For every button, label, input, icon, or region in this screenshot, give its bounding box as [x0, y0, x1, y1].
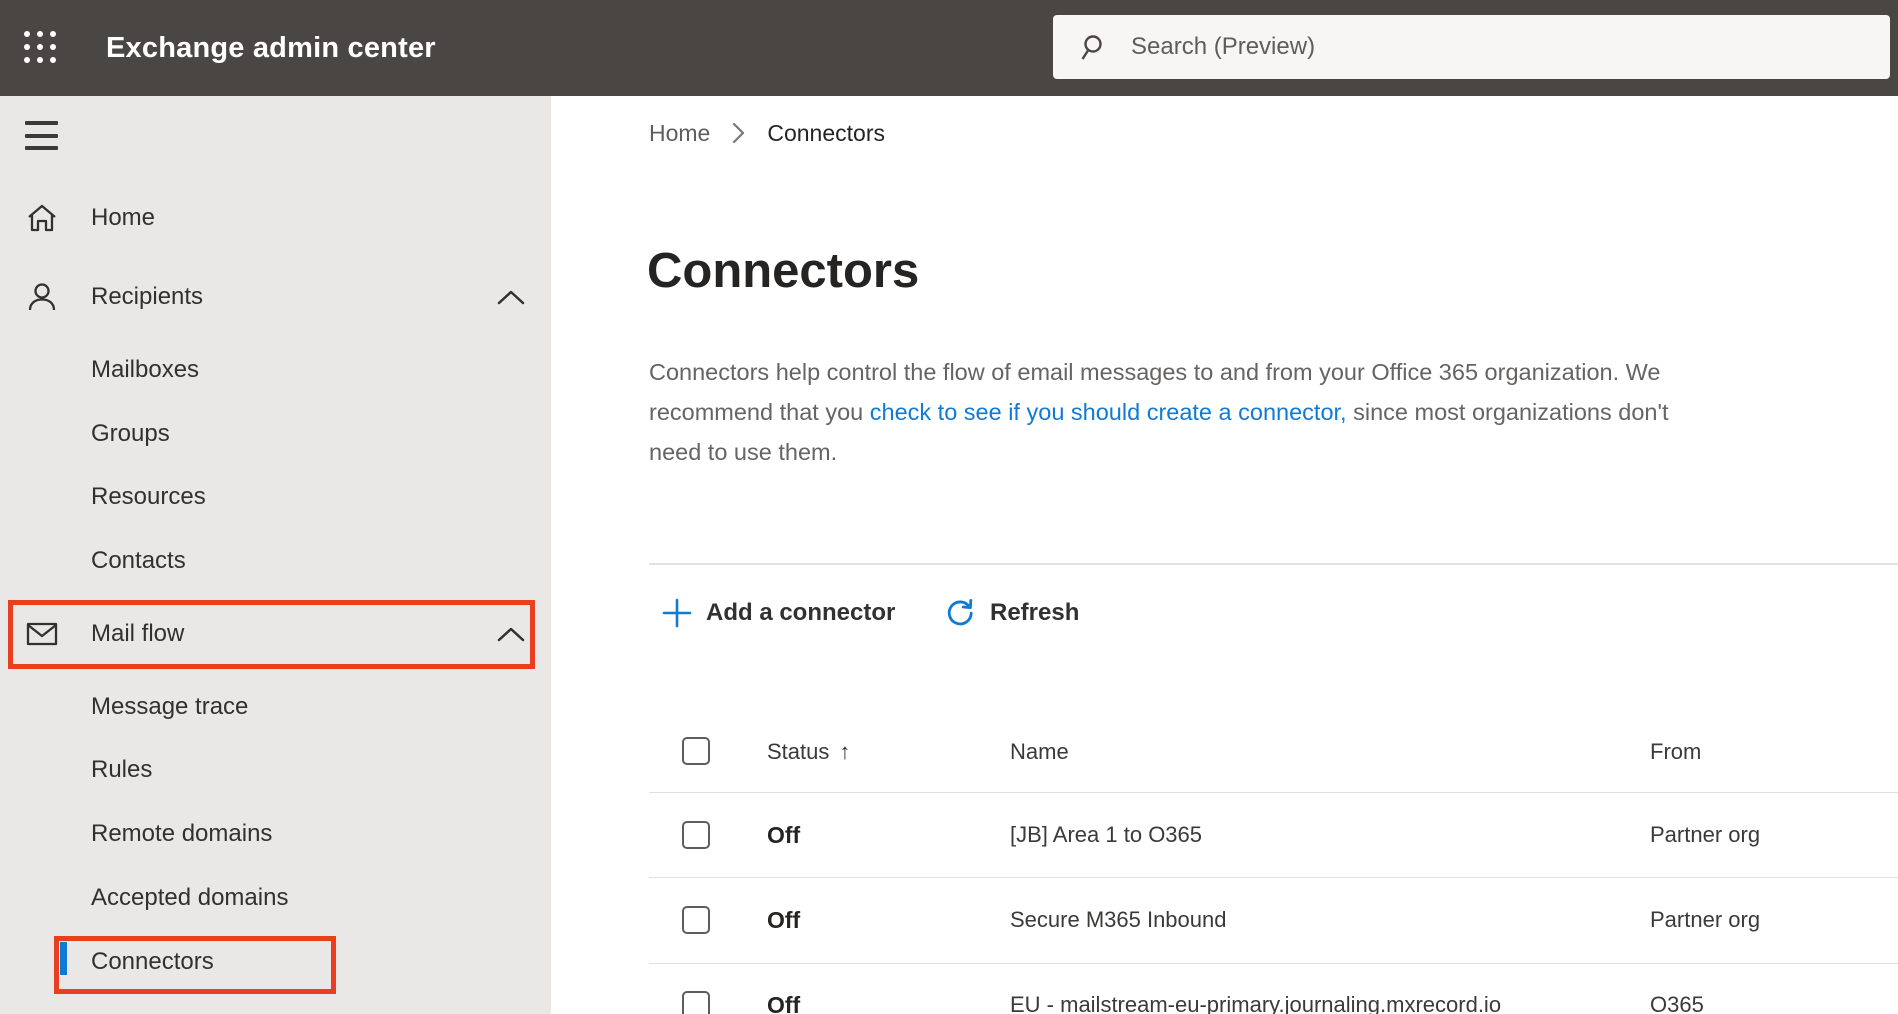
select-all-checkbox[interactable]: [682, 737, 710, 765]
add-connector-button[interactable]: Add a connector: [662, 585, 895, 641]
toolbar-divider: [649, 563, 1898, 565]
table-divider: [649, 963, 1898, 964]
row-status: Off: [767, 991, 801, 1014]
create-connector-check-link[interactable]: check to see if you should create a conn…: [870, 399, 1347, 425]
selected-item-indicator: [60, 942, 67, 975]
sidebar-item-resources[interactable]: Resources: [0, 469, 551, 525]
sidebar-item-label: Rules: [91, 756, 153, 783]
column-header-from[interactable]: From: [1650, 738, 1701, 766]
search-box[interactable]: [1053, 15, 1890, 79]
search-icon: [1081, 35, 1102, 60]
page-title: Connectors: [647, 244, 920, 298]
row-status: Off: [767, 821, 801, 848]
sidebar-item-label: Accepted domains: [91, 884, 289, 911]
row-from: O365: [1650, 992, 1704, 1014]
chevron-up-icon[interactable]: [497, 290, 525, 305]
breadcrumb-current: Connectors: [767, 119, 885, 146]
description-line: recommend that you check to see if you s…: [649, 399, 1669, 425]
sidebar-item-label: Connectors: [91, 948, 214, 975]
sort-ascending-icon: ↑: [839, 739, 851, 764]
sidebar-item-rules[interactable]: Rules: [0, 742, 551, 798]
sidebar-item-accepted-domains[interactable]: Accepted domains: [0, 870, 551, 926]
sidebar-item-message-trace[interactable]: Message trace: [0, 679, 551, 735]
sidebar-item-label: Mail flow: [91, 620, 185, 647]
sidebar-item-groups[interactable]: Groups: [0, 406, 551, 462]
sidebar-item-label: Message trace: [91, 693, 249, 720]
row-name[interactable]: EU - mailstream-eu-primary.journaling.mx…: [1010, 990, 1501, 1014]
plus-icon: [662, 598, 692, 628]
description-line: Connectors help control the flow of emai…: [649, 359, 1661, 385]
app-launcher-icon[interactable]: [24, 31, 58, 65]
breadcrumb-home[interactable]: Home: [649, 120, 710, 147]
sidebar-item-mail-flow[interactable]: Mail flow: [0, 606, 551, 662]
refresh-button[interactable]: Refresh: [944, 585, 1079, 641]
table-divider: [649, 792, 1898, 793]
description-line: need to use them.: [649, 439, 838, 465]
sidebar-item-contacts[interactable]: Contacts: [0, 533, 551, 589]
row-from: Partner org: [1650, 822, 1761, 847]
sidebar-item-label: Contacts: [91, 547, 186, 574]
row-checkbox[interactable]: [682, 821, 710, 849]
sidebar-item-recipients[interactable]: Recipients: [0, 269, 551, 325]
row-checkbox[interactable]: [682, 906, 710, 934]
sidebar-item-label: Recipients: [91, 283, 204, 310]
row-checkbox[interactable]: [682, 991, 710, 1014]
sidebar: Home Recipients Mailboxes Groups Resourc…: [0, 96, 551, 1014]
sidebar-item-mailboxes[interactable]: Mailboxes: [0, 342, 551, 398]
sidebar-item-label: Remote domains: [91, 820, 273, 847]
sidebar-item-label: Resources: [91, 483, 206, 510]
row-from: Partner org: [1650, 907, 1761, 932]
person-icon: [28, 283, 56, 311]
app-title: Exchange admin center: [106, 31, 436, 64]
sidebar-item-label: Mailboxes: [91, 356, 200, 383]
column-header-status[interactable]: Status ↑: [767, 738, 850, 766]
row-name[interactable]: [JB] Area 1 to O365: [1010, 820, 1202, 850]
row-name[interactable]: Secure M365 Inbound: [1010, 905, 1227, 935]
table-divider: [649, 877, 1898, 878]
sidebar-item-label: Home: [91, 204, 156, 231]
sidebar-item-label: Groups: [91, 420, 170, 447]
home-icon: [28, 204, 56, 232]
sidebar-item-remote-domains[interactable]: Remote domains: [0, 806, 551, 862]
topbar: Exchange admin center: [0, 0, 1898, 96]
column-header-name[interactable]: Name: [1010, 738, 1069, 766]
page-description: Connectors help control the flow of emai…: [649, 352, 1669, 472]
sidebar-item-connectors[interactable]: Connectors: [0, 934, 551, 990]
envelope-icon: [26, 622, 58, 646]
nav-toggle-icon[interactable]: [25, 121, 58, 150]
breadcrumb: Home Connectors: [649, 118, 885, 148]
sidebar-item-home[interactable]: Home: [0, 190, 551, 246]
refresh-icon: [947, 599, 973, 626]
chevron-right-icon: [732, 122, 745, 144]
row-status: Off: [767, 906, 801, 933]
chevron-up-icon[interactable]: [497, 627, 525, 642]
search-input[interactable]: [1129, 32, 1890, 62]
